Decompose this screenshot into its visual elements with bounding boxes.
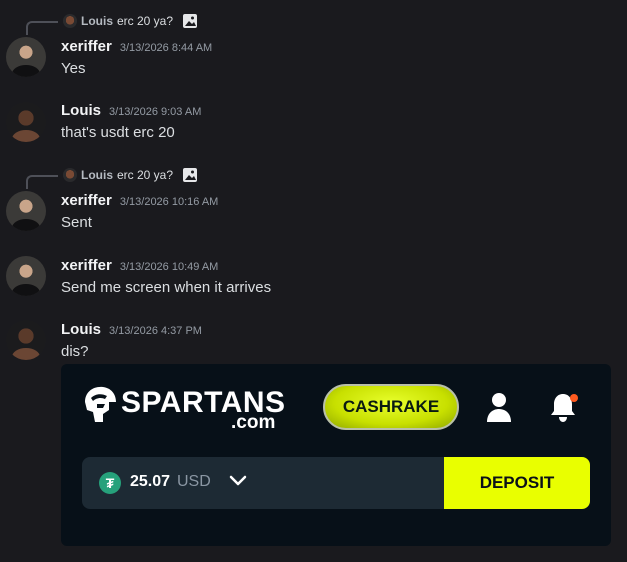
avatar[interactable]	[6, 102, 46, 142]
notification-dot	[570, 394, 578, 402]
spartans-logo: SPARTANS .com	[81, 384, 291, 438]
reply-author: Louis	[81, 168, 113, 182]
image-icon	[183, 168, 197, 182]
message-text: Sent	[61, 214, 92, 231]
message-text: Yes	[61, 60, 86, 77]
message-author[interactable]: Louis 3/13/2026 9:03 AM	[61, 102, 201, 119]
author-name[interactable]: Louis	[61, 321, 101, 338]
reply-author: Louis	[81, 14, 113, 28]
tether-icon: ₮	[99, 472, 121, 494]
message-timestamp: 3/13/2026 10:49 AM	[119, 261, 219, 273]
author-name[interactable]: xeriffer	[61, 257, 112, 274]
bell-icon	[551, 394, 578, 422]
attached-screenshot[interactable]: SPARTANS .com CASHRAKE ₮ 25.07 USD DEPOS…	[61, 364, 611, 546]
chevron-down-icon[interactable]	[229, 475, 247, 487]
author-name[interactable]: Louis	[61, 102, 101, 119]
avatar[interactable]	[6, 191, 46, 231]
balance-selector[interactable]: ₮ 25.07 USD	[82, 457, 444, 509]
message-author[interactable]: Louis 3/13/2026 4:37 PM	[61, 321, 202, 338]
message-timestamp: 3/13/2026 9:03 AM	[109, 106, 202, 118]
avatar[interactable]	[6, 37, 46, 77]
message-text: Send me screen when it arrives	[61, 279, 272, 296]
reply-avatar	[63, 14, 77, 28]
avatar[interactable]	[6, 256, 46, 296]
spartan-helmet-icon	[85, 386, 116, 422]
user-button[interactable]	[485, 391, 513, 423]
balance-currency: USD	[177, 473, 211, 490]
avatar[interactable]	[6, 320, 46, 360]
reply-connector	[26, 21, 58, 35]
user-icon	[487, 393, 511, 422]
deposit-button[interactable]: DEPOSIT	[444, 457, 590, 509]
message-author[interactable]: xeriffer 3/13/2026 10:16 AM	[61, 192, 218, 209]
brand-suffix: .com	[231, 412, 276, 433]
author-name[interactable]: xeriffer	[61, 38, 112, 55]
image-icon	[183, 14, 197, 28]
reply-text: erc 20 ya?	[117, 168, 174, 182]
message-text: that's usdt erc 20	[61, 124, 175, 141]
message-text: dis?	[61, 343, 89, 360]
message-timestamp: 3/13/2026 8:44 AM	[119, 42, 213, 54]
reply-connector	[26, 175, 58, 189]
notifications-button[interactable]	[547, 391, 579, 423]
message-timestamp: 3/13/2026 4:37 PM	[109, 325, 202, 337]
reply-avatar	[63, 168, 77, 182]
message-author[interactable]: xeriffer 3/13/2026 8:44 AM	[61, 38, 212, 55]
cashrake-button[interactable]: CASHRAKE	[323, 384, 459, 430]
message-timestamp: 3/13/2026 10:16 AM	[119, 196, 219, 208]
reply-text: erc 20 ya?	[117, 14, 174, 28]
author-name[interactable]: xeriffer	[61, 192, 112, 209]
message-author[interactable]: xeriffer 3/13/2026 10:49 AM	[61, 257, 218, 274]
balance-amount: 25.07	[130, 473, 171, 490]
